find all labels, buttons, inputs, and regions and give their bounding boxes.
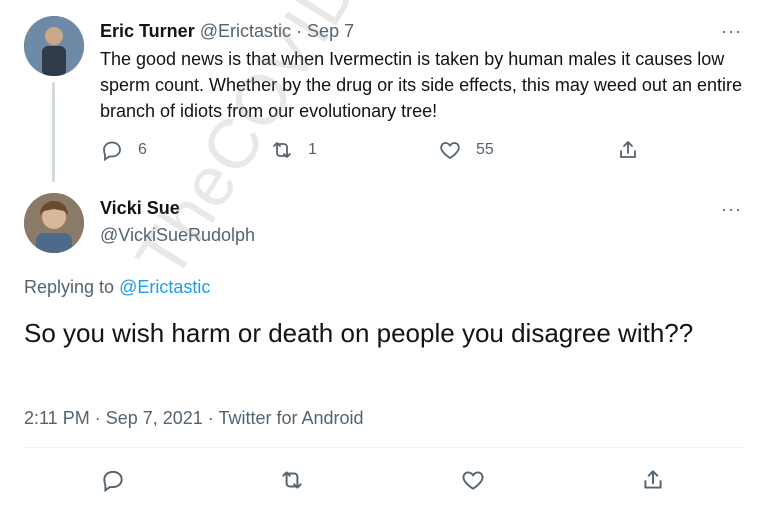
share-icon (644, 470, 662, 489)
share-icon (620, 141, 636, 158)
thread-connector (52, 82, 55, 182)
reply-button[interactable]: 6 (100, 138, 147, 162)
more-icon[interactable]: ··· (721, 22, 742, 40)
reply-count: 6 (138, 141, 147, 158)
avatar[interactable] (24, 193, 84, 253)
tweet-timestamp[interactable]: 2:11 PM · Sep 7, 2021 · Twitter for Andr… (24, 407, 364, 429)
avatar[interactable] (24, 16, 84, 76)
main-tweet-text: So you wish harm or death on people you … (24, 318, 694, 348)
like-icon (462, 471, 484, 490)
main-tweet-actions (0, 467, 768, 497)
retweet-icon (282, 471, 302, 489)
like-button[interactable]: 55 (438, 138, 494, 162)
tweet-thread: Eric Turner @Erictastic · Sep 7 ··· The … (0, 0, 768, 513)
reply-button[interactable] (100, 467, 126, 498)
more-icon[interactable]: ··· (721, 200, 742, 218)
retweet-count: 1 (308, 141, 317, 158)
author-name[interactable]: Eric Turner (100, 21, 195, 41)
replying-prefix: Replying to (24, 277, 115, 297)
parent-tweet-text: The good news is that when Ivermectin is… (100, 49, 742, 121)
divider (24, 447, 744, 448)
reply-icon (103, 470, 123, 493)
like-icon (440, 142, 460, 160)
share-button[interactable] (616, 138, 640, 162)
retweet-button[interactable] (279, 467, 305, 498)
replying-handle-link[interactable]: @Erictastic (119, 277, 210, 297)
share-button[interactable] (640, 467, 666, 498)
like-button[interactable] (460, 467, 486, 498)
reply-icon (103, 141, 121, 162)
like-count: 55 (476, 141, 494, 158)
